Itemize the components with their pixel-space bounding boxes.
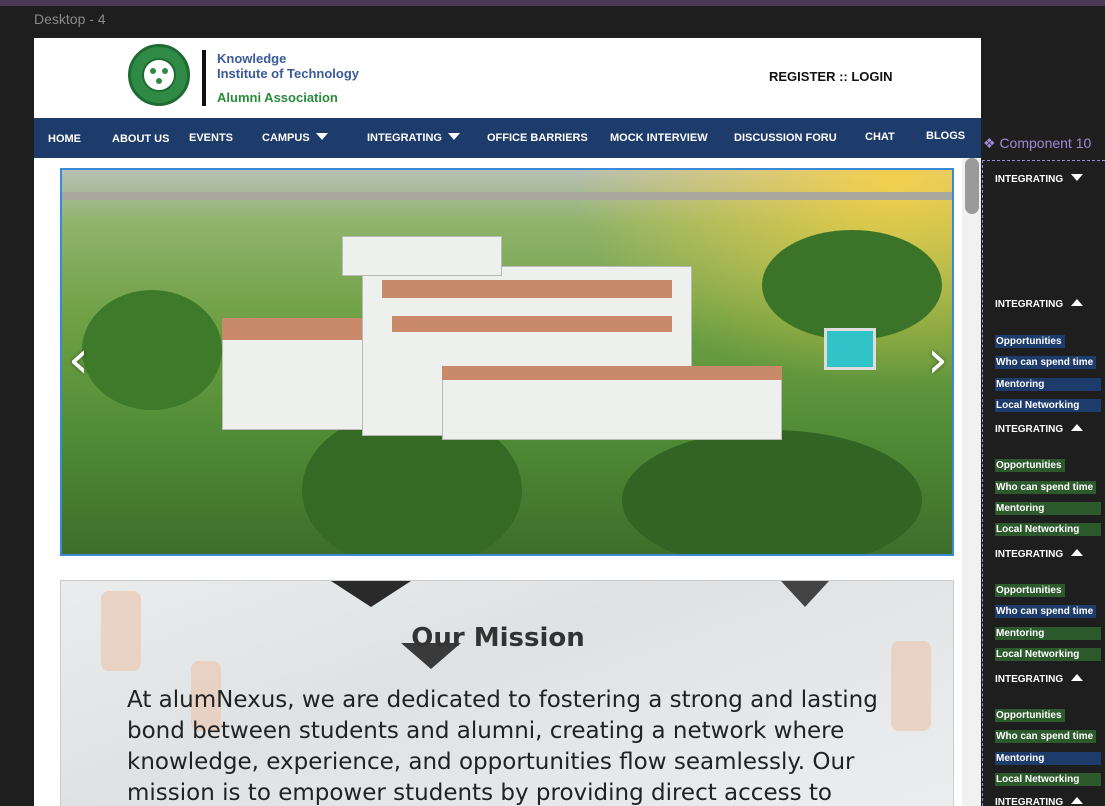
submenu-who-can-spend-time[interactable]: Who can spend time bbox=[995, 605, 1097, 618]
nav-home[interactable]: HOME bbox=[48, 133, 81, 145]
integrating-dropdown-open[interactable]: INTEGRATING bbox=[995, 797, 1084, 806]
nav-discussion-forum-label: DISCUSSION FORU bbox=[734, 132, 837, 144]
integrating-label: INTEGRATING bbox=[995, 549, 1064, 560]
hero-roof bbox=[442, 366, 782, 380]
nav-mock-interview-label: MOCK INTERVIEW bbox=[610, 132, 708, 144]
submenu-local-networking[interactable]: Local Networking bbox=[995, 648, 1101, 661]
brand-divider bbox=[202, 50, 206, 106]
institute-logo bbox=[128, 44, 190, 106]
carousel-next-icon[interactable]: › bbox=[927, 330, 948, 390]
carousel-prev-icon[interactable]: ‹ bbox=[68, 330, 89, 390]
brand-subtitle: Alumni Association bbox=[217, 90, 338, 105]
desktop-frame: Knowledge Institute of Technology Alumni… bbox=[34, 38, 981, 806]
chevron-down-icon bbox=[315, 133, 328, 140]
window-top-strip bbox=[0, 0, 1105, 6]
component-variants: INTEGRATING INTEGRATING Opportunities Wh… bbox=[982, 160, 1105, 806]
submenu-who-can-spend-time[interactable]: Who can spend time bbox=[995, 730, 1097, 743]
chevron-down-icon bbox=[1071, 174, 1084, 181]
chevron-up-icon bbox=[1071, 674, 1084, 681]
campus-hero-carousel: ‹ › bbox=[60, 168, 954, 556]
nav-chat[interactable]: CHAT bbox=[865, 131, 895, 143]
nav-events[interactable]: EVENTS bbox=[189, 132, 233, 144]
submenu-opportunities[interactable]: Opportunities bbox=[995, 584, 1065, 597]
nav-blogs[interactable]: BLOGS bbox=[926, 130, 965, 142]
submenu-mentoring[interactable]: Mentoring bbox=[995, 627, 1101, 640]
nav-campus-label: CAMPUS bbox=[262, 132, 310, 144]
frame-label: Desktop - 4 bbox=[34, 11, 106, 27]
integrating-dropdown-open[interactable]: INTEGRATING bbox=[995, 424, 1084, 435]
submenu-local-networking[interactable]: Local Networking bbox=[995, 523, 1101, 536]
chevron-up-icon bbox=[1071, 549, 1084, 556]
integrating-dropdown-collapsed[interactable]: INTEGRATING bbox=[995, 174, 1084, 185]
submenu-local-networking[interactable]: Local Networking bbox=[995, 773, 1101, 786]
nav-office-barriers-label: OFFICE BARRIERS bbox=[487, 132, 588, 144]
graduation-cap-icon bbox=[331, 581, 411, 607]
integrating-dropdown-open[interactable]: INTEGRATING bbox=[995, 674, 1084, 685]
scrollbar-thumb[interactable] bbox=[965, 158, 979, 214]
nav-home-label: HOME bbox=[48, 133, 81, 145]
submenu-mentoring[interactable]: Mentoring bbox=[995, 378, 1101, 391]
integrating-label: INTEGRATING bbox=[995, 797, 1064, 806]
submenu-opportunities[interactable]: Opportunities bbox=[995, 459, 1065, 472]
hero-roof bbox=[382, 280, 672, 298]
nav-integrating-label: INTEGRATING bbox=[367, 132, 442, 144]
hero-building bbox=[342, 236, 502, 276]
nav-mock-interview[interactable]: MOCK INTERVIEW bbox=[610, 132, 708, 144]
chevron-up-icon bbox=[1071, 797, 1084, 804]
hero-trees bbox=[82, 290, 222, 410]
brand-name-line2: Institute of Technology bbox=[217, 66, 360, 81]
page-scrollbar[interactable] bbox=[962, 158, 981, 806]
brand-name-line1: Knowledge bbox=[217, 51, 287, 66]
submenu-who-can-spend-time[interactable]: Who can spend time bbox=[995, 356, 1097, 369]
submenu-opportunities[interactable]: Opportunities bbox=[995, 709, 1065, 722]
submenu-mentoring[interactable]: Mentoring bbox=[995, 502, 1101, 515]
integrating-label: INTEGRATING bbox=[995, 674, 1064, 685]
nav-office-barriers[interactable]: OFFICE BARRIERS bbox=[487, 132, 588, 144]
nav-about-us[interactable]: ABOUT US bbox=[112, 133, 169, 145]
mission-title: Our Mission bbox=[411, 623, 585, 653]
nav-blogs-label: BLOGS bbox=[926, 130, 966, 142]
integrating-label: INTEGRATING bbox=[995, 424, 1064, 435]
integrating-label: INTEGRATING bbox=[995, 174, 1064, 185]
nav-chat-label: CHAT bbox=[865, 131, 895, 143]
submenu-mentoring[interactable]: Mentoring bbox=[995, 752, 1101, 765]
hero-trees bbox=[762, 230, 942, 340]
nav-campus[interactable]: CAMPUS bbox=[262, 132, 328, 144]
hero-road bbox=[62, 192, 952, 200]
mission-section: Our Mission At alumNexus, we are dedicat… bbox=[60, 580, 954, 806]
integrating-dropdown-open[interactable]: INTEGRATING bbox=[995, 299, 1084, 310]
nav-about-us-label: ABOUT US bbox=[112, 133, 170, 145]
hero-roof bbox=[392, 316, 672, 332]
nav-events-label: EVENTS bbox=[189, 132, 234, 144]
chevron-up-icon bbox=[1071, 299, 1084, 306]
register-login-link[interactable]: REGISTER :: LOGIN bbox=[769, 69, 893, 84]
submenu-local-networking[interactable]: Local Networking bbox=[995, 399, 1101, 412]
main-nav: HOME ABOUT US EVENTS CAMPUS INTEGRATING … bbox=[34, 118, 981, 158]
component-label: ❖ Component 10 bbox=[983, 135, 1092, 151]
integrating-dropdown-open[interactable]: INTEGRATING bbox=[995, 549, 1084, 560]
submenu-opportunities[interactable]: Opportunities bbox=[995, 335, 1065, 348]
chevron-up-icon bbox=[1071, 424, 1084, 431]
hero-pool bbox=[824, 328, 876, 370]
chevron-down-icon bbox=[447, 133, 460, 140]
submenu-who-can-spend-time[interactable]: Who can spend time bbox=[995, 481, 1097, 494]
nav-discussion-forum[interactable]: DISCUSSION FORU bbox=[734, 132, 837, 144]
site-header: Knowledge Institute of Technology Alumni… bbox=[34, 38, 981, 118]
integrating-label: INTEGRATING bbox=[995, 299, 1064, 310]
mission-text: At alumNexus, we are dedicated to foster… bbox=[127, 687, 878, 806]
hero-trees bbox=[622, 430, 922, 554]
graduation-cap-icon bbox=[781, 581, 829, 607]
nav-integrating[interactable]: INTEGRATING bbox=[367, 132, 460, 144]
logo-emblem-icon bbox=[142, 58, 176, 92]
